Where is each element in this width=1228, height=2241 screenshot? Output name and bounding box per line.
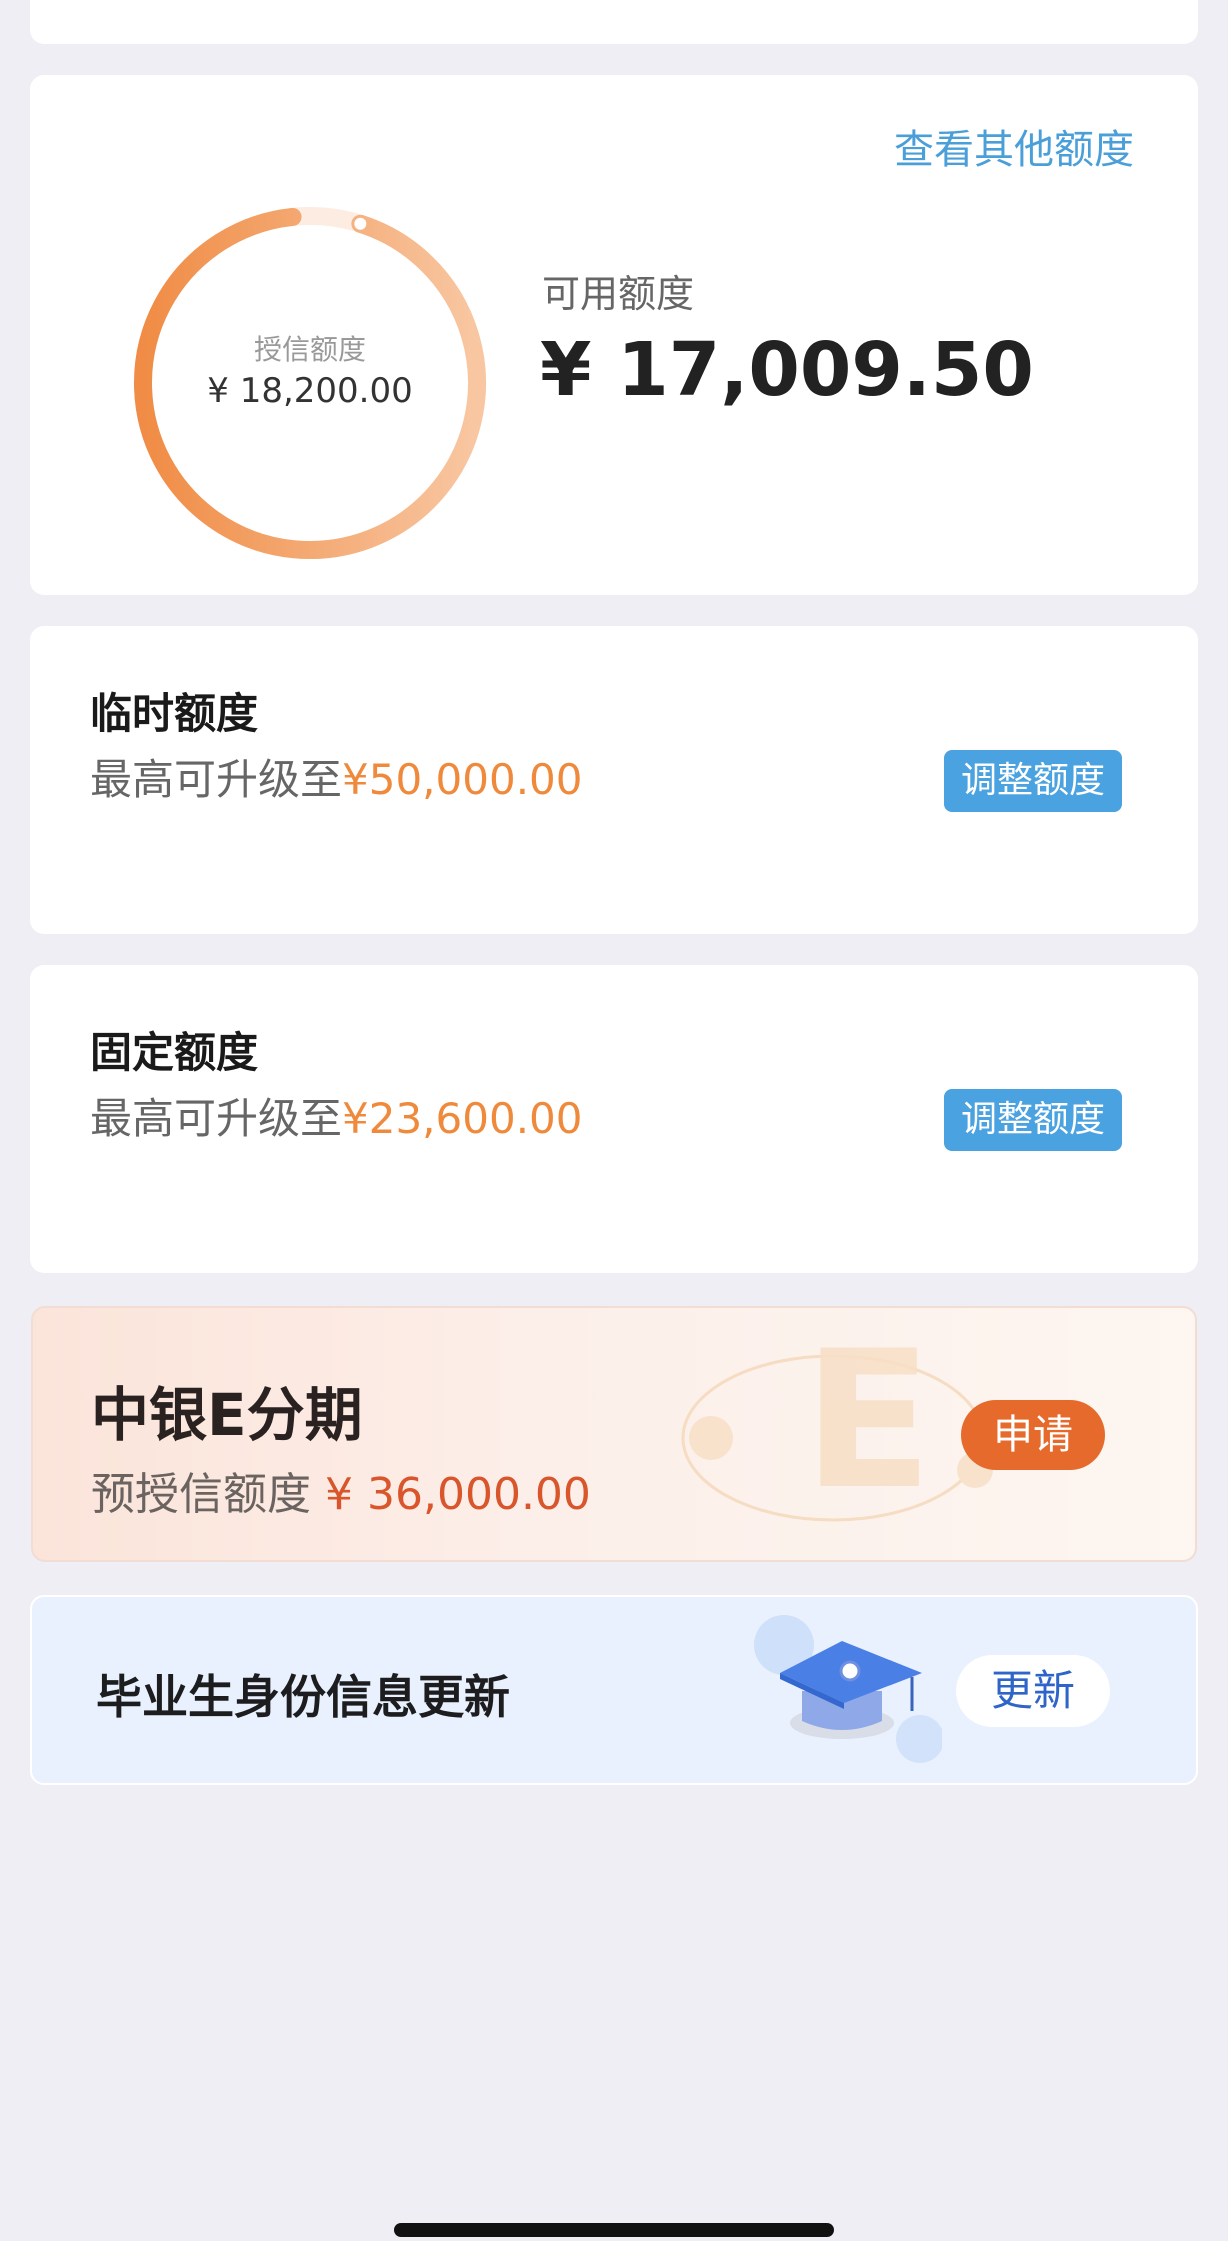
ring-end-dot bbox=[354, 217, 367, 230]
temporary-limit-title: 临时额度 bbox=[90, 689, 259, 738]
e-installment-title: 中银E分期 bbox=[91, 1381, 363, 1449]
previous-card bbox=[30, 0, 1198, 44]
fixed-limit-title: 固定额度 bbox=[90, 1028, 259, 1077]
available-limit-amount: ¥ 17,009.50 bbox=[540, 327, 1034, 413]
e-letter-watermark: E bbox=[803, 1310, 933, 1531]
temporary-limit-desc: 最高可升级至¥50,000.00 bbox=[90, 746, 583, 807]
e-installment-card[interactable]: E 中银E分期 预授信额度 ¥ 36,000.00 申请 bbox=[31, 1306, 1197, 1562]
temporary-limit-card: 临时额度 最高可升级至¥50,000.00 调整额度 bbox=[30, 626, 1198, 934]
apply-button[interactable]: 申请 bbox=[961, 1400, 1105, 1470]
fixed-limit-max-amount: ¥23,600.00 bbox=[342, 1094, 583, 1143]
cap-button bbox=[839, 1660, 861, 1682]
fixed-limit-card: 固定额度 最高可升级至¥23,600.00 调整额度 bbox=[30, 965, 1198, 1273]
graduate-update-title: 毕业生身份信息更新 bbox=[96, 1670, 510, 1724]
fixed-limit-desc: 最高可升级至¥23,600.00 bbox=[90, 1085, 583, 1146]
temporary-limit-max-amount: ¥50,000.00 bbox=[342, 755, 583, 804]
e-installment-desc: 预授信额度 ¥ 36,000.00 bbox=[91, 1458, 591, 1522]
deco-bubble-small bbox=[896, 1715, 942, 1763]
credit-ring-chart: 授信额度 ¥ 18,200.00 bbox=[100, 173, 520, 593]
adjust-fixed-limit-button[interactable]: 调整额度 bbox=[944, 1089, 1122, 1151]
orbit-planet-left bbox=[689, 1416, 733, 1460]
fixed-limit-desc-prefix: 最高可升级至 bbox=[90, 1094, 343, 1143]
credit-limit-label: 授信额度 bbox=[253, 333, 366, 366]
available-limit-label: 可用额度 bbox=[542, 272, 695, 316]
pre-credit-label: 预授信额度 bbox=[91, 1469, 311, 1520]
temporary-limit-desc-prefix: 最高可升级至 bbox=[90, 755, 343, 804]
credit-overview-card: 查看其他额度 授信额度 ¥ 18,200.00 可用额度 ¥ 17,009.50 bbox=[30, 75, 1198, 595]
pre-credit-amount: ¥ 36,000.00 bbox=[325, 1469, 591, 1520]
update-button[interactable]: 更新 bbox=[956, 1655, 1110, 1727]
adjust-temporary-limit-button[interactable]: 调整额度 bbox=[944, 750, 1122, 812]
home-indicator[interactable] bbox=[394, 2223, 834, 2237]
view-other-limits-link[interactable]: 查看其他额度 bbox=[894, 117, 1134, 175]
graduate-update-card[interactable]: 毕业生身份信息更新 更新 bbox=[30, 1595, 1198, 1785]
credit-limit-amount: ¥ 18,200.00 bbox=[207, 371, 413, 411]
graduation-cap-icon bbox=[754, 1615, 942, 1763]
